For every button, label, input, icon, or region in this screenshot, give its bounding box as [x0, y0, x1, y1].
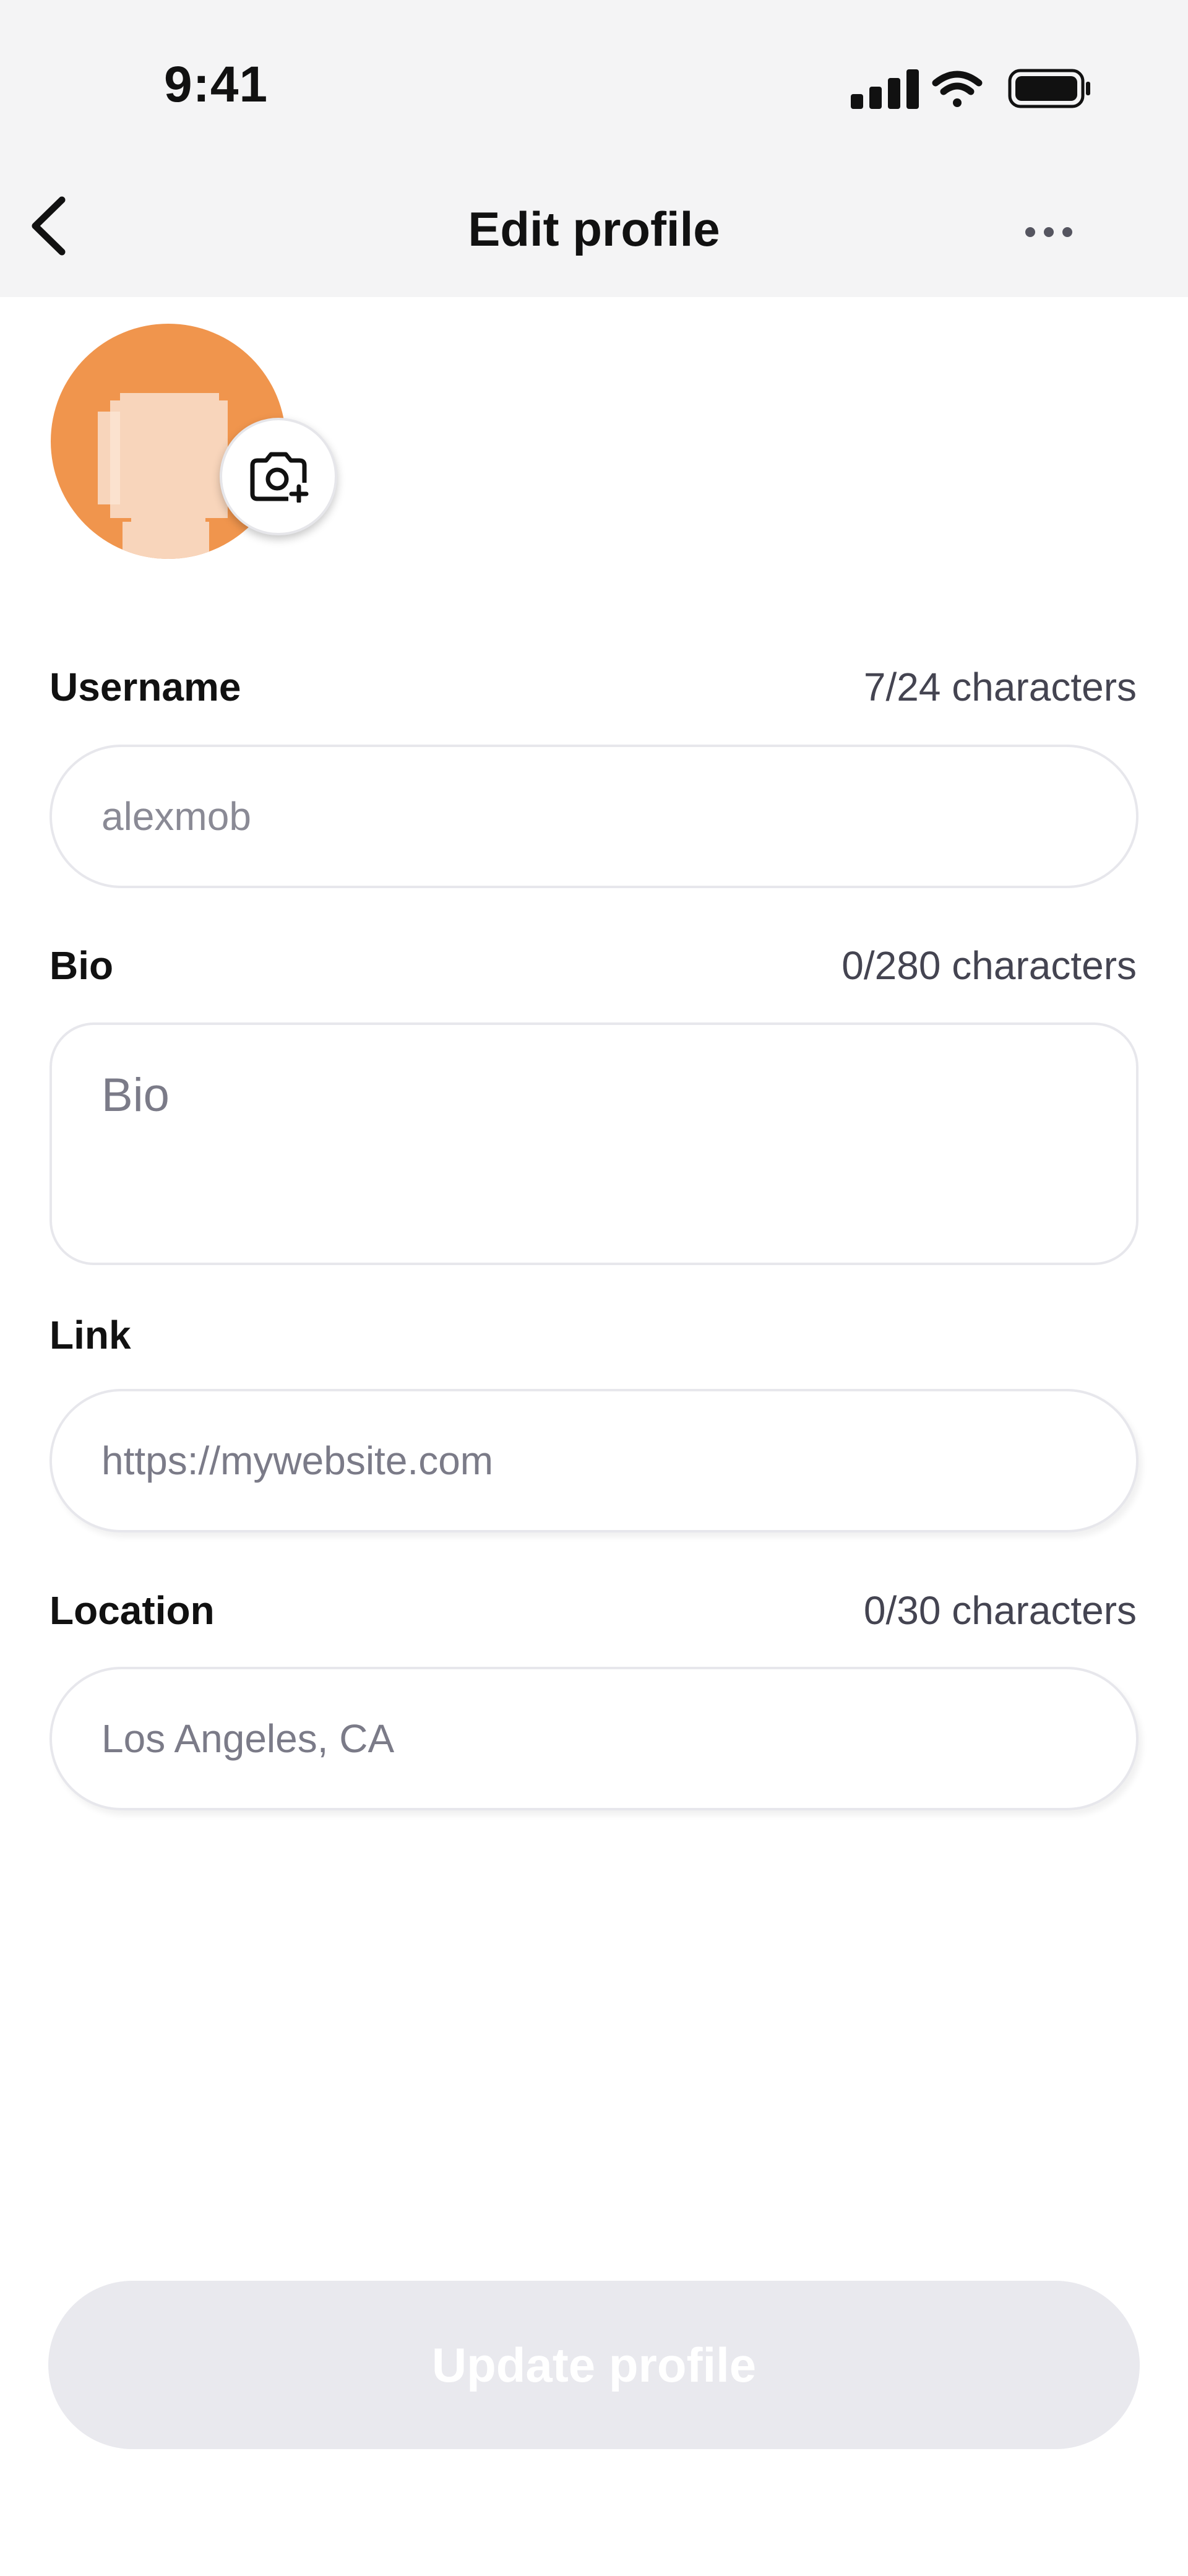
location-input[interactable]: [50, 1667, 1138, 1810]
cellular-signal-icon: [851, 69, 919, 109]
change-photo-button[interactable]: [220, 418, 337, 535]
status-time: 9:41: [164, 56, 269, 113]
more-options-button[interactable]: [1015, 207, 1083, 257]
location-label: Location: [50, 1588, 215, 1633]
status-bar: 9:41: [0, 0, 1188, 145]
camera-add-icon: [250, 452, 309, 503]
wifi-icon: [932, 71, 983, 107]
bio-label: Bio: [50, 943, 114, 988]
username-label: Username: [50, 665, 241, 709]
update-profile-button[interactable]: Update profile: [48, 2281, 1140, 2449]
link-input[interactable]: [50, 1389, 1138, 1532]
page-title: Edit profile: [468, 202, 720, 256]
link-label: Link: [50, 1313, 131, 1357]
nav-bar: Edit profile: [0, 145, 1188, 297]
username-counter: 7/24 characters: [863, 665, 1137, 709]
username-input[interactable]: [50, 745, 1138, 888]
ellipsis-icon: [1025, 227, 1072, 237]
status-icons-svg: [851, 69, 1090, 109]
battery-icon: [1008, 69, 1090, 108]
chevron-left-icon: [32, 196, 66, 256]
back-button[interactable]: [19, 195, 80, 257]
bio-textarea[interactable]: [50, 1022, 1138, 1265]
status-icons: [851, 67, 1092, 110]
bio-counter: 0/280 characters: [842, 943, 1137, 988]
location-counter: 0/30 characters: [863, 1588, 1137, 1633]
